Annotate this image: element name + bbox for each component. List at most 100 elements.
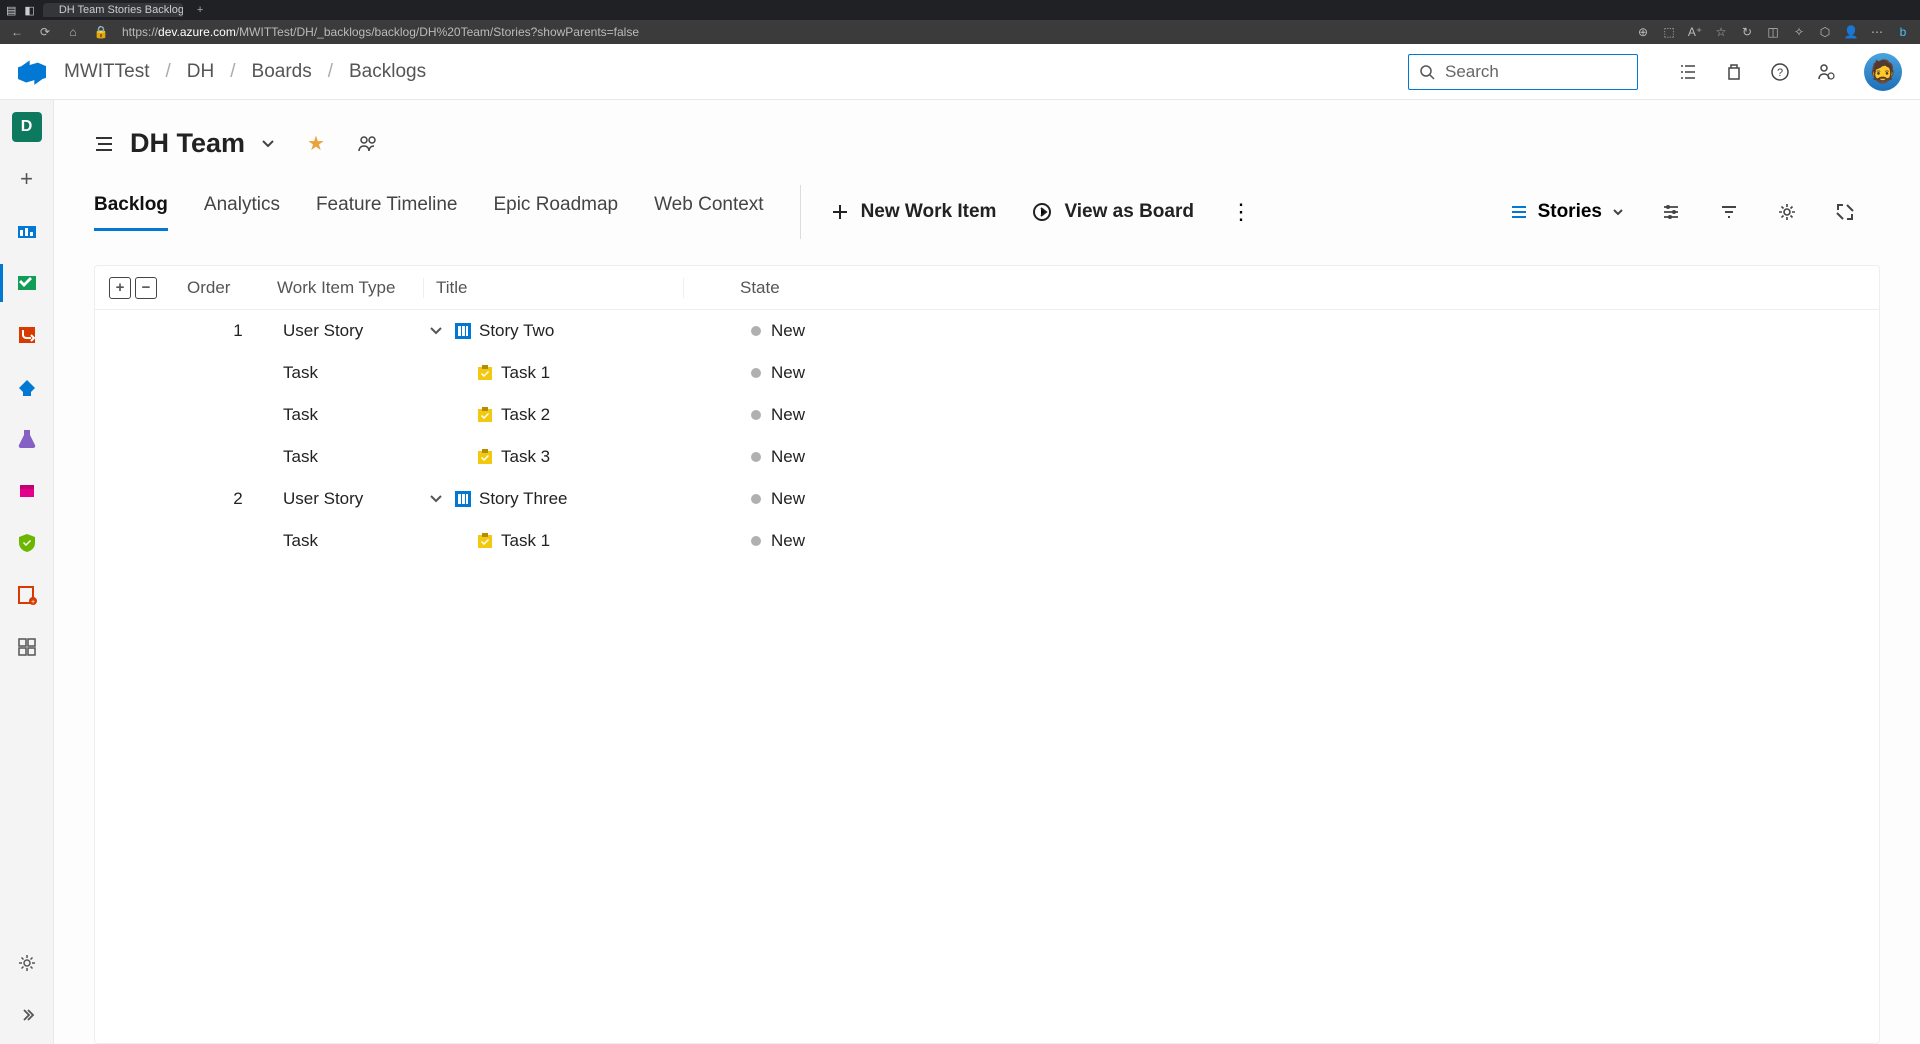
- cell-title[interactable]: Task 3: [455, 447, 695, 467]
- tab-web-context[interactable]: Web Context: [654, 194, 763, 231]
- nav-boards-icon[interactable]: [12, 268, 42, 298]
- user-settings-icon[interactable]: [1816, 62, 1836, 82]
- sync-icon[interactable]: ↻: [1740, 25, 1754, 39]
- nav-artifacts-icon[interactable]: [12, 476, 42, 506]
- tab-backlog[interactable]: Backlog: [94, 194, 168, 231]
- settings-icon[interactable]: [12, 948, 42, 978]
- nav-wiki-icon[interactable]: +: [12, 580, 42, 610]
- tab-feature-timeline[interactable]: Feature Timeline: [316, 194, 458, 231]
- breadcrumb-section[interactable]: Boards: [252, 61, 312, 83]
- lock-icon: 🔒: [94, 25, 108, 39]
- read-aloud-icon[interactable]: A⁺: [1688, 25, 1702, 39]
- cell-title[interactable]: Task 1: [455, 531, 695, 551]
- column-order[interactable]: Order: [187, 278, 277, 298]
- state-dot-icon: [751, 410, 761, 420]
- state-dot-icon: [751, 452, 761, 462]
- cell-title[interactable]: Story Three: [455, 489, 695, 509]
- split-icon[interactable]: ◫: [1766, 25, 1780, 39]
- cell-type: User Story: [283, 321, 429, 341]
- nav-compliance-icon[interactable]: [12, 528, 42, 558]
- tab-epic-roadmap[interactable]: Epic Roadmap: [493, 194, 618, 231]
- separator-icon: /: [328, 61, 333, 83]
- filter-icon[interactable]: [1718, 201, 1740, 223]
- state-dot-icon: [751, 326, 761, 336]
- nav-pipelines-icon[interactable]: [12, 372, 42, 402]
- breadcrumb-team[interactable]: DH: [187, 61, 214, 83]
- nav-testplans-icon[interactable]: [12, 424, 42, 454]
- cell-state: New: [695, 489, 805, 509]
- browser-tab[interactable]: DH Team Stories Backlog - Board ×: [43, 3, 183, 17]
- sys-icon: ▤: [6, 4, 16, 17]
- page-title: DH Team: [130, 128, 245, 159]
- svg-text:?: ?: [1777, 67, 1783, 79]
- collections-icon[interactable]: ✧: [1792, 25, 1806, 39]
- shopping-icon[interactable]: ⬚: [1662, 25, 1676, 39]
- favorite-icon[interactable]: ☆: [1714, 25, 1728, 39]
- marketplace-icon[interactable]: [1724, 62, 1744, 82]
- grid-header: + − Order Work Item Type Title State: [95, 266, 1879, 310]
- table-row[interactable]: 1User StoryStory TwoNew: [95, 310, 1879, 352]
- cell-title[interactable]: Task 1: [455, 363, 695, 383]
- svg-text:+: +: [30, 599, 34, 606]
- browser-toolbar: ← ⟳ ⌂ 🔒 https://dev.azure.com/MWITTest/D…: [0, 20, 1920, 44]
- settings-gear-icon[interactable]: [1776, 201, 1798, 223]
- cell-state: New: [695, 405, 805, 425]
- cell-type: Task: [283, 363, 429, 383]
- more-actions-icon[interactable]: ⋮: [1230, 199, 1252, 225]
- favorite-star-icon[interactable]: ★: [307, 131, 325, 156]
- cell-title[interactable]: Task 2: [455, 405, 695, 425]
- cell-state: New: [695, 363, 805, 383]
- extensions-icon[interactable]: ⬡: [1818, 25, 1832, 39]
- nav-repos-icon[interactable]: [12, 320, 42, 350]
- team-members-icon[interactable]: [357, 135, 379, 153]
- menu-icon[interactable]: ⋯: [1870, 25, 1884, 39]
- avatar[interactable]: 🧔: [1864, 53, 1902, 91]
- breadcrumb-project[interactable]: MWITTest: [64, 61, 150, 83]
- column-state[interactable]: State: [683, 278, 813, 298]
- new-work-item-button[interactable]: New Work Item: [831, 201, 997, 223]
- profile-icon[interactable]: 👤: [1844, 25, 1858, 39]
- backlog-level-dropdown[interactable]: Stories: [1510, 201, 1624, 223]
- nav-overview-icon[interactable]: [12, 216, 42, 246]
- list-icon: [1510, 204, 1528, 220]
- breadcrumb-page[interactable]: Backlogs: [349, 61, 426, 83]
- bing-icon[interactable]: b: [1896, 25, 1910, 39]
- work-items-icon[interactable]: [1678, 62, 1698, 82]
- expand-all-button[interactable]: +: [109, 277, 131, 299]
- column-title[interactable]: Title: [423, 278, 683, 298]
- view-as-board-button[interactable]: View as Board: [1032, 201, 1194, 223]
- home-icon[interactable]: ⌂: [66, 25, 80, 39]
- table-row[interactable]: TaskTask 1New: [95, 520, 1879, 562]
- project-avatar[interactable]: D: [12, 112, 42, 142]
- new-tab-button[interactable]: +: [191, 4, 209, 16]
- list-icon[interactable]: [94, 135, 114, 153]
- table-row[interactable]: TaskTask 3New: [95, 436, 1879, 478]
- help-icon[interactable]: ?: [1770, 62, 1790, 82]
- column-options-icon[interactable]: [1660, 201, 1682, 223]
- expand-chevron-icon[interactable]: [429, 494, 455, 504]
- tab-analytics[interactable]: Analytics: [204, 194, 280, 231]
- refresh-icon[interactable]: ⟳: [38, 25, 52, 39]
- cell-title[interactable]: Story Two: [455, 321, 695, 341]
- table-row[interactable]: TaskTask 2New: [95, 394, 1879, 436]
- collapse-all-button[interactable]: −: [135, 277, 157, 299]
- search-placeholder: Search: [1445, 62, 1499, 82]
- zoom-icon[interactable]: ⊕: [1636, 25, 1650, 39]
- tabs-row: Backlog Analytics Feature Timeline Epic …: [94, 185, 1920, 239]
- nav-dashboard-icon[interactable]: [12, 632, 42, 662]
- add-button[interactable]: +: [12, 164, 42, 194]
- table-row[interactable]: 2User StoryStory ThreeNew: [95, 478, 1879, 520]
- azure-devops-logo-icon[interactable]: [18, 58, 46, 86]
- search-input[interactable]: Search: [1408, 54, 1638, 90]
- table-row[interactable]: Task Task 1New: [95, 352, 1879, 394]
- address-bar[interactable]: https://dev.azure.com/MWITTest/DH/_backl…: [122, 25, 1622, 39]
- board-icon: [1032, 202, 1052, 222]
- chevron-down-icon[interactable]: [261, 139, 275, 149]
- breadcrumb: MWITTest / DH / Boards / Backlogs: [64, 61, 426, 83]
- cell-state: New: [695, 447, 805, 467]
- back-icon[interactable]: ←: [10, 25, 24, 39]
- collapse-icon[interactable]: [12, 1000, 42, 1030]
- expand-chevron-icon[interactable]: [429, 326, 455, 336]
- column-type[interactable]: Work Item Type: [277, 278, 423, 298]
- fullscreen-icon[interactable]: [1834, 201, 1856, 223]
